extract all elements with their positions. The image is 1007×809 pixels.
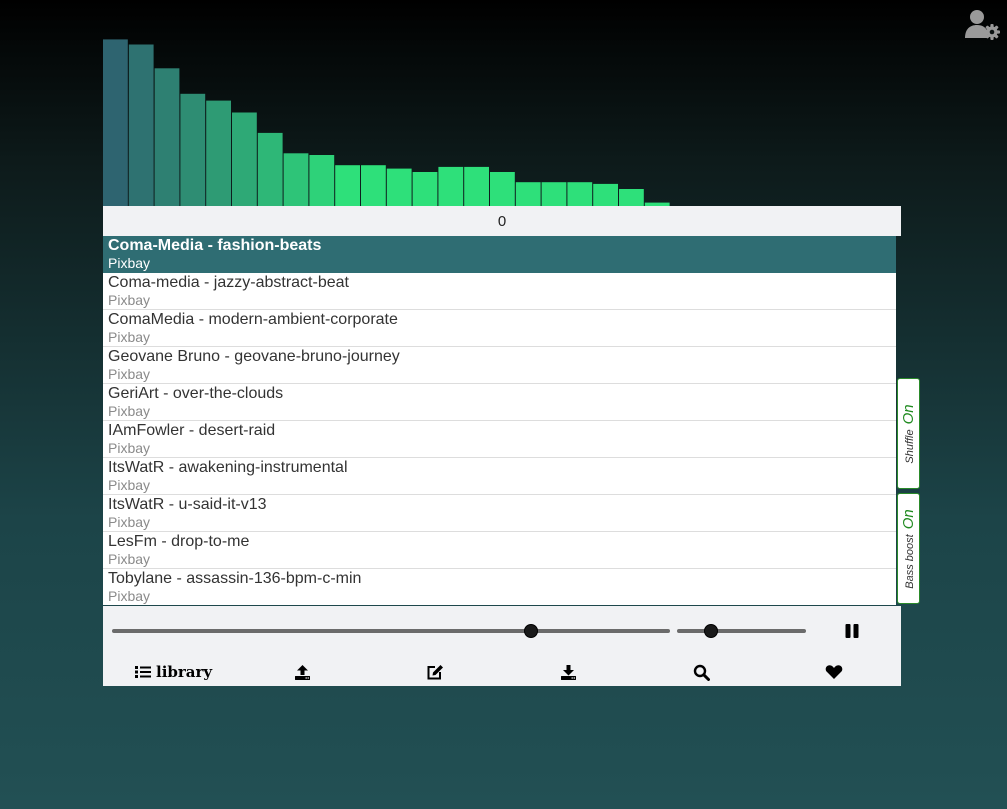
- track-source: Pixbay: [108, 440, 151, 456]
- playlist: Coma-Media - fashion-beats Pixbay Coma-med…: [103, 236, 896, 605]
- visualizer-bar: [464, 166, 489, 206]
- visualizer-bar: [154, 68, 180, 206]
- spectrum-visualizer: [103, 39, 670, 206]
- visualizer-bar: [541, 182, 567, 206]
- visualizer-bar: [438, 166, 464, 206]
- visualizer-bar: [232, 112, 257, 206]
- download-button[interactable]: [560, 662, 577, 682]
- track-title: ItsWatR - awakening-instrumental: [108, 459, 348, 476]
- track-title: LesFm - drop-to-me: [108, 533, 250, 550]
- playlist-item[interactable]: ComaMedia - modern-ambient-corporate Pixb…: [103, 310, 896, 347]
- visualizer-bar: [361, 165, 386, 206]
- upload-icon: [295, 664, 310, 680]
- track-source: Pixbay: [108, 292, 151, 308]
- volume-slider[interactable]: [677, 629, 806, 633]
- track-title: Geovane Bruno - geovane-bruno-journey: [108, 348, 400, 365]
- list-icon: [135, 666, 151, 678]
- volume-slider-handle[interactable]: [703, 624, 718, 638]
- visualizer-bar: [128, 44, 154, 206]
- track-title: ItsWatR - u-said-it-v13: [108, 496, 267, 513]
- pause-icon: [845, 624, 859, 638]
- track-source: Pixbay: [108, 514, 151, 530]
- bass-boost-label: Bass boost: [903, 533, 916, 589]
- shuffle-toggle[interactable]: Shuffle On: [897, 378, 920, 489]
- shuffle-state: On: [899, 403, 917, 424]
- playlist-item[interactable]: Geovane Bruno - geovane-bruno-journey Pix…: [103, 347, 896, 384]
- search-button[interactable]: [693, 662, 710, 682]
- visualizer-bar: [103, 39, 128, 206]
- visualizer-bar: [593, 183, 618, 206]
- playlist-item[interactable]: ItsWatR - u-said-it-v13 Pixbay: [103, 495, 896, 532]
- edit-icon: [427, 664, 443, 679]
- track-title: Tobylane - assassin-136-bpm-c-min: [108, 570, 362, 587]
- counter-value: 0: [497, 213, 507, 230]
- bass-boost-toggle[interactable]: Bass boost On: [897, 493, 920, 604]
- playlist-item[interactable]: ItsWatR - awakening-instrumental Pixbay: [103, 458, 896, 495]
- library-label: library: [156, 663, 213, 681]
- track-counter: 0: [103, 206, 901, 236]
- visualizer-bar: [567, 182, 593, 206]
- track-title: Coma-Media - fashion-beats: [108, 237, 322, 254]
- track-source: Pixbay: [108, 255, 151, 271]
- visualizer-bar: [412, 172, 438, 206]
- playlist-item[interactable]: Coma-Media - fashion-beats Pixbay: [103, 236, 896, 273]
- track-source: Pixbay: [108, 366, 151, 382]
- search-icon: [693, 664, 710, 681]
- visualizer-bar: [335, 165, 360, 206]
- heart-icon: [825, 665, 843, 679]
- playlist-item[interactable]: LesFm - drop-to-me Pixbay: [103, 532, 896, 569]
- playlist-item[interactable]: IAmFowler - desert-raid Pixbay: [103, 421, 896, 458]
- playlist-item[interactable]: GeriArt - over-the-clouds Pixbay: [103, 384, 896, 421]
- library-button[interactable]: library: [135, 662, 212, 682]
- upload-button[interactable]: [294, 662, 311, 682]
- visualizer-bar: [257, 132, 283, 206]
- visualizer-bar: [283, 153, 309, 206]
- download-icon: [561, 664, 576, 680]
- pause-button[interactable]: [843, 622, 861, 640]
- visualizer-bar: [386, 168, 412, 206]
- track-source: Pixbay: [108, 403, 151, 419]
- track-title: IAmFowler - desert-raid: [108, 422, 276, 439]
- visualizer-bar: [309, 155, 335, 206]
- shuffle-label: Shuffle: [903, 428, 916, 464]
- visualizer-bar: [619, 189, 644, 206]
- track-title: ComaMedia - modern-ambient-corporate: [108, 311, 398, 328]
- user-settings-button[interactable]: [964, 8, 1002, 40]
- favorites-button[interactable]: [825, 662, 843, 682]
- playlist-item[interactable]: Tobylane - assassin-136-bpm-c-min Pixbay: [103, 569, 896, 605]
- progress-slider-handle[interactable]: [523, 624, 538, 638]
- track-source: Pixbay: [108, 588, 151, 604]
- track-title: GeriArt - over-the-clouds: [108, 385, 284, 402]
- edit-button[interactable]: [426, 662, 444, 682]
- track-title: Coma-media - jazzy-abstract-beat: [108, 274, 349, 291]
- visualizer-bar: [206, 100, 231, 206]
- track-source: Pixbay: [108, 329, 151, 345]
- track-source: Pixbay: [108, 477, 151, 493]
- user-gear-icon: [965, 10, 1000, 40]
- progress-slider[interactable]: [112, 629, 670, 633]
- visualizer-bar: [490, 172, 515, 206]
- bass-boost-state: On: [899, 508, 917, 529]
- visualizer-bar: [515, 182, 541, 206]
- player-controls: library: [103, 606, 901, 686]
- track-source: Pixbay: [108, 551, 151, 567]
- playlist-item[interactable]: Coma-media - jazzy-abstract-beat Pixbay: [103, 273, 896, 310]
- visualizer-bar: [180, 93, 206, 206]
